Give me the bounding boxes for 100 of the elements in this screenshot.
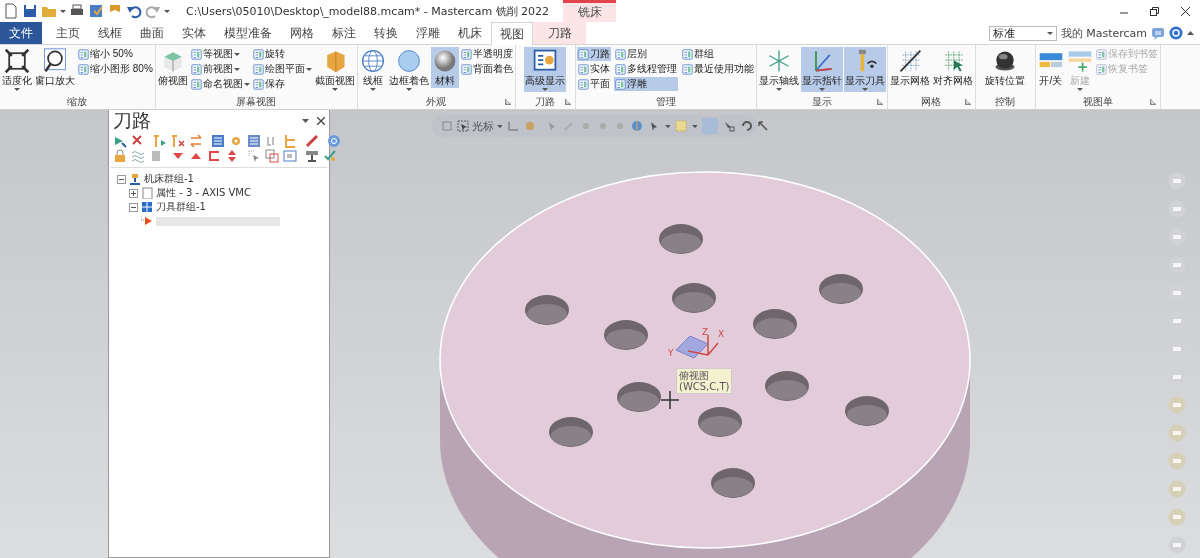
select-arrow-icon[interactable] [247,148,261,163]
ribbon-small-button[interactable]: 背面着色 [459,62,514,76]
restore-icon[interactable] [1150,6,1159,16]
help-icon[interactable] [327,133,341,148]
save-icon[interactable] [22,3,38,19]
ribbon-button[interactable]: 截面视图 [313,47,356,92]
ribbon-button[interactable]: 俯视图 [156,47,189,88]
dialog-launcher-icon[interactable] [1149,99,1156,105]
ribbon-tab[interactable]: 线框 [89,22,131,44]
ribbon-small-button[interactable]: 命名视图 [189,77,251,91]
caret-icon[interactable] [164,9,170,13]
list-icon[interactable] [211,133,225,148]
ribbon-button[interactable]: 显示轴线 [757,47,800,92]
ribbon-small-button[interactable]: 浮雕 [613,77,678,91]
dialog-launcher-icon[interactable] [504,99,511,105]
wave-icon[interactable] [131,148,145,163]
save-icon[interactable] [88,3,104,19]
ribbon-small-button[interactable]: 最近使用功能 [680,62,755,76]
ribbon-small-button[interactable]: 平面 [576,77,611,91]
caret-icon[interactable] [692,124,697,128]
collapse-icon[interactable] [129,202,138,212]
style-dropdown[interactable]: 标准 [988,25,1057,41]
dropdown-caret-icon[interactable] [302,119,309,123]
ribbon-small-button[interactable]: 群组 [680,47,755,61]
overlap-squares-icon[interactable] [265,148,279,163]
tool-arrow-icon[interactable] [153,133,167,148]
help-icon[interactable] [1169,26,1183,40]
ribbon-small-button[interactable]: 多线程管理 [613,62,678,76]
dot-icon[interactable] [580,120,592,132]
document-icon[interactable] [3,3,19,19]
dot-icon[interactable] [597,120,609,132]
ribbon-small-button[interactable]: 保存 [251,77,313,91]
ribbon-tab[interactable]: 模型准备 [215,22,281,44]
tree-item[interactable]: 刀具群组-1 [156,200,206,214]
ribbon-small-button[interactable]: 实体 [576,62,611,76]
wand-icon[interactable] [305,133,319,148]
close-icon[interactable] [317,117,325,125]
arrow-icon[interactable] [723,120,735,132]
close-icon[interactable] [1181,6,1190,16]
ribbon-tab[interactable]: 实体 [173,22,215,44]
ribbon-button[interactable]: 高级显示 [524,47,567,92]
ribbon-tab[interactable]: 网格 [281,22,323,44]
ribbon-button[interactable]: 开/关 [1036,47,1065,88]
ribbon-button[interactable]: 旋转位置 [984,47,1027,88]
caret-icon[interactable] [60,9,66,13]
diamond-arrows-icon[interactable] [225,148,239,163]
ribbon-button[interactable]: 显示网格 [888,47,931,88]
ribbon-small-button[interactable]: 半透明度 [459,47,514,61]
arrow-icon[interactable] [757,120,769,132]
tree-item[interactable]: 属性 - 3 - AXIS VMC [156,186,251,200]
tree-item[interactable]: 机床群组-1 [144,172,194,186]
cursor-dropdown[interactable]: 光标 [457,118,502,134]
ribbon-button[interactable]: 适度化 [1,47,33,92]
square-icon[interactable] [442,121,452,131]
ribbon-button[interactable]: 窗口放大 [34,47,76,88]
ribbon-small-button[interactable]: 刀路 [576,47,611,61]
swap-arrows-icon[interactable] [189,133,203,148]
ribbon-button[interactable]: 显示指针 [800,47,843,92]
ribbon-tab[interactable]: 文件 [0,22,42,44]
ribbon-button[interactable]: 材料 [430,47,459,88]
ribbon-small-button[interactable]: 层别 [613,47,678,61]
collapse-icon[interactable] [1187,31,1194,35]
ribbon-small-button[interactable]: 绘图平面 [251,62,313,76]
ribbon-small-button[interactable]: 前视图 [189,62,251,76]
ribbon-button[interactable]: 显示刀具 [843,47,886,92]
undo-icon[interactable] [126,3,142,19]
ribbon-tab[interactable]: 转换 [365,22,407,44]
ribbon-small-button[interactable]: 缩小图形 80% [77,62,154,76]
bracket-icon[interactable] [207,148,221,163]
ribbon-tab[interactable]: 标注 [323,22,365,44]
ribbon-tab[interactable]: 曲面 [131,22,173,44]
ribbon-tab[interactable]: 机床 [449,22,491,44]
expand-icon[interactable] [129,188,138,198]
ribbon-button[interactable]: 对齐网格 [931,47,974,88]
ribbon-button[interactable]: 边框着色 [387,47,430,92]
lock-icon[interactable] [113,148,127,163]
frame-icon[interactable] [283,148,297,163]
list-icon[interactable] [247,133,261,148]
tree-icon[interactable] [283,133,297,148]
rotate-icon[interactable] [740,120,752,132]
ribbon-small-button[interactable]: 等视图 [189,47,251,61]
ribbon-tab[interactable]: 主页 [47,22,89,44]
ribbon-button[interactable]: 线框 [358,47,387,92]
chat-icon[interactable] [1151,26,1165,40]
collapse-icon[interactable] [117,174,126,184]
tool-cross-icon[interactable] [171,133,185,148]
ribbon-small-button[interactable]: 旋转 [251,47,313,61]
dialog-launcher-icon[interactable] [964,99,971,105]
axes-icon[interactable] [507,120,519,132]
ribbon-small-button[interactable]: 缩小 50% [77,47,154,61]
ribbon-tab[interactable]: 浮雕 [407,22,449,44]
caret-icon[interactable] [665,124,670,128]
check-tool-icon[interactable] [323,148,337,163]
dialog-launcher-icon[interactable] [876,99,883,105]
machine-icon[interactable] [305,148,319,163]
account-link[interactable]: 我的 Mastercam [1060,25,1147,41]
dialog-launcher-icon[interactable] [564,99,571,105]
ribbon-tab[interactable]: 视图 [491,22,533,45]
ribbon-tab[interactable]: 刀路 [533,22,586,44]
dot-icon[interactable] [614,120,626,132]
